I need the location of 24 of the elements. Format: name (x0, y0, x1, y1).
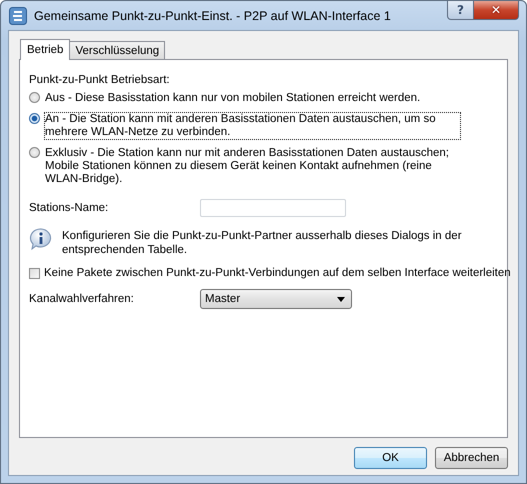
checkbox[interactable] (29, 268, 40, 278)
radio-label: An - Die Station kann mit anderen Basisstationen Daten austauschen, um so mehrere WLAN-Netze zu verbinden. (44, 112, 461, 140)
tab[interactable]: Verschlüsselung (69, 41, 166, 59)
app-icon (9, 6, 27, 24)
field-label: Stations-Name: (29, 202, 110, 214)
caret-icon (337, 296, 345, 302)
radio-label: Aus - Diese Basisstation kann nur von mobilen Stationen erreicht werden. (44, 91, 422, 106)
checkbox-label: Keine Pakete zwischen Punkt-zu-Punkt-Verbindungen auf dem selben Interface weiterleiten (44, 267, 511, 279)
input-field[interactable] (200, 199, 346, 217)
help-button[interactable]: ? (447, 1, 474, 20)
section-label: Punkt-zu-Punkt Betriebsart: (29, 74, 171, 86)
dialog-button[interactable]: OK (354, 447, 427, 469)
info-text: Konfigurieren Sie die Punkt-zu-Punkt-Partner ausserhalb dieses Dialogs in der entsprechenden Tabelle. (62, 229, 463, 257)
window-title: Gemeinsame Punkt-zu-Punkt-Einst. - P2P auf WLAN-Interface 1 (34, 8, 392, 22)
close-button[interactable]: ✕ (474, 1, 519, 20)
radio-button[interactable] (29, 92, 40, 103)
dialog-button[interactable]: Abbrechen (435, 447, 508, 469)
radio-button[interactable] (29, 147, 40, 158)
radio-label: Exklusiv - Die Station kann nur mit anderen Basisstationen Daten austauschen; Mobile Stationen können zu diesem Gerät keinen Kontakt aufnehmen (reine WLAN-Bridge). (44, 146, 450, 187)
radio-button[interactable] (29, 113, 40, 124)
tab[interactable]: Betrieb (20, 39, 70, 60)
dropdown[interactable]: Master (200, 289, 352, 309)
field-label: Kanalwahlverfahren: (29, 293, 135, 305)
info-icon (29, 227, 53, 251)
